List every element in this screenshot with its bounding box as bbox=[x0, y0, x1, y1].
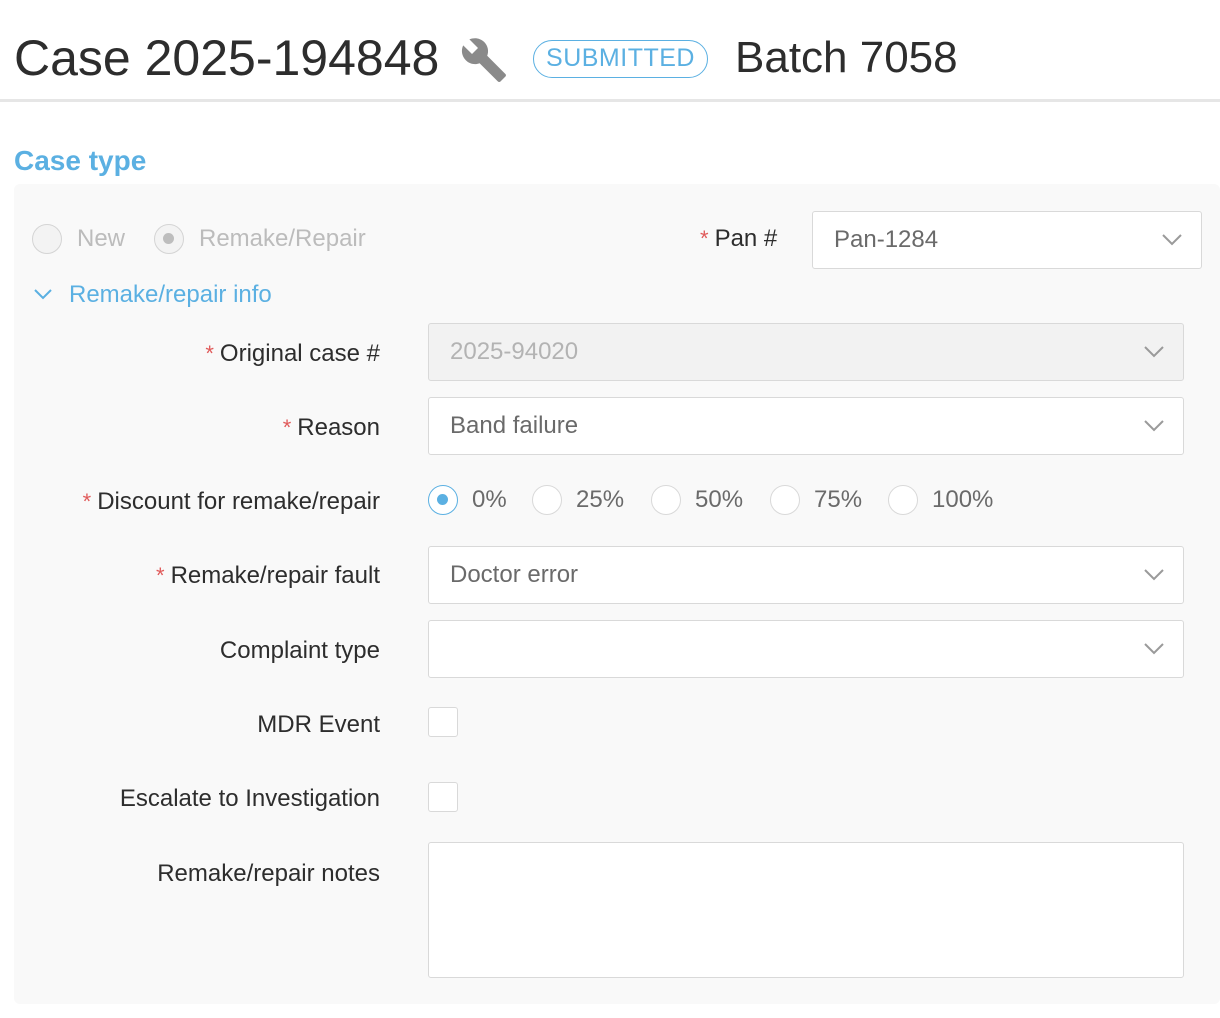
chevron-down-icon bbox=[1144, 569, 1164, 581]
discount-radio-25[interactable] bbox=[532, 485, 562, 515]
remake-info-toggle-label: Remake/repair info bbox=[69, 281, 272, 308]
radio-new[interactable] bbox=[32, 224, 62, 254]
chevron-down-icon bbox=[1144, 643, 1164, 655]
original-case-select[interactable]: 2025-94020 bbox=[428, 323, 1184, 381]
chevron-down-icon bbox=[34, 289, 52, 300]
required-marker: * bbox=[82, 489, 92, 514]
reason-select[interactable]: Band failure bbox=[428, 397, 1184, 455]
discount-label-0: 0% bbox=[472, 486, 507, 513]
chevron-down-icon bbox=[1144, 420, 1164, 432]
required-marker: * bbox=[700, 226, 709, 251]
pan-select-value: Pan-1284 bbox=[834, 226, 939, 253]
discount-label: * Discount for remake/repair bbox=[83, 487, 380, 517]
original-case-value: 2025-94020 bbox=[450, 338, 579, 365]
fault-label-text: Remake/repair fault bbox=[170, 562, 380, 589]
required-marker: * bbox=[282, 415, 292, 440]
discount-radio-75[interactable] bbox=[770, 485, 800, 515]
discount-label-100: 100% bbox=[932, 486, 994, 513]
escalate-label: Escalate to Investigation bbox=[119, 785, 380, 812]
radio-remake-repair[interactable] bbox=[154, 224, 184, 254]
reason-label: * Reason bbox=[283, 413, 380, 443]
page-header: Case 2025-194848 SUBMITTED Batch 7058 bbox=[0, 0, 1220, 102]
wrench-icon bbox=[461, 38, 506, 82]
reason-value: Band failure bbox=[450, 412, 579, 439]
notes-label: Remake/repair notes bbox=[157, 860, 380, 887]
status-badge: SUBMITTED bbox=[533, 40, 708, 78]
fault-select[interactable]: Doctor error bbox=[428, 546, 1184, 604]
radio-new-label: New bbox=[77, 225, 126, 252]
pan-label: * Pan # bbox=[700, 224, 777, 254]
radio-remake-repair-label: Remake/Repair bbox=[199, 225, 366, 252]
original-case-label-text: Original case # bbox=[219, 340, 380, 367]
discount-label-25: 25% bbox=[576, 486, 625, 513]
fault-value: Doctor error bbox=[450, 561, 579, 588]
discount-label-text: Discount for remake/repair bbox=[97, 488, 380, 515]
discount-label-50: 50% bbox=[695, 486, 744, 513]
discount-radio-0[interactable] bbox=[428, 485, 458, 515]
pan-label-text: Pan # bbox=[714, 225, 778, 252]
complaint-type-select[interactable] bbox=[428, 620, 1184, 678]
case-title: Case 2025-194848 bbox=[14, 30, 440, 86]
required-marker: * bbox=[205, 341, 214, 366]
notes-textarea[interactable] bbox=[428, 842, 1184, 978]
required-marker: * bbox=[156, 563, 165, 588]
discount-label-75: 75% bbox=[814, 486, 863, 513]
pan-select[interactable]: Pan-1284 bbox=[812, 211, 1202, 269]
section-title-case-type: Case type bbox=[14, 145, 147, 176]
chevron-down-icon bbox=[1144, 346, 1164, 358]
reason-label-text: Reason bbox=[297, 414, 380, 441]
mdr-event-checkbox[interactable] bbox=[428, 707, 458, 737]
mdr-event-label: MDR Event bbox=[257, 711, 380, 738]
discount-radio-100[interactable] bbox=[888, 485, 918, 515]
chevron-down-icon bbox=[1162, 234, 1182, 246]
escalate-checkbox[interactable] bbox=[428, 782, 458, 812]
batch-title: Batch 7058 bbox=[735, 33, 958, 82]
original-case-label: * Original case # bbox=[205, 339, 380, 369]
complaint-type-label: Complaint type bbox=[219, 637, 380, 664]
fault-label: * Remake/repair fault bbox=[156, 561, 380, 591]
discount-radio-50[interactable] bbox=[651, 485, 681, 515]
